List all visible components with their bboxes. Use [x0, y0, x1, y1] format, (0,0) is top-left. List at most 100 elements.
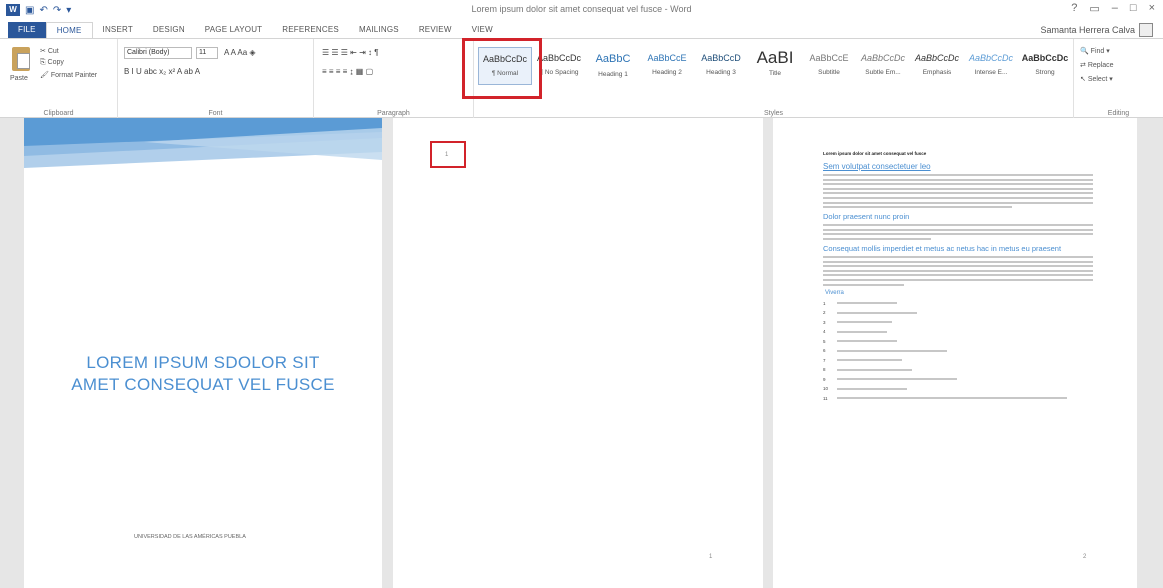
list-number: 8 [823, 367, 826, 373]
close-icon[interactable]: × [1149, 2, 1155, 15]
minimize-icon[interactable]: – [1112, 2, 1118, 15]
copy-button[interactable]: ⎘ Copy [40, 59, 64, 67]
style-heading-1[interactable]: AaBbC Heading 1 [586, 47, 640, 85]
list-number: 10 [823, 386, 829, 392]
page-number: 1 [709, 554, 713, 560]
editing-group: 🔍 Find ▾ ⇄ Replace ↖ Select ▾ Editing [1074, 39, 1163, 119]
section-heading-2: Dolor praesent nunc proin [823, 212, 910, 222]
save-icon[interactable]: ▣ [25, 5, 34, 16]
word-logo-icon: W [6, 4, 20, 16]
font-name-select[interactable]: Calibri (Body) [124, 47, 192, 59]
select-button[interactable]: ↖ Select ▾ [1080, 75, 1113, 83]
cover-title-line-2: AMET CONSEQUAT VEL FUSCE [71, 375, 335, 394]
style-name: Title [768, 70, 782, 77]
list-number: 2 [823, 310, 826, 316]
list-number: 6 [823, 348, 826, 354]
style-preview: AaBbCcE [809, 53, 849, 63]
list-item: 3 [823, 318, 1093, 328]
find-button[interactable]: 🔍 Find ▾ [1080, 47, 1110, 55]
style-subtitle[interactable]: AaBbCcE Subtitle [802, 47, 856, 85]
tab-design[interactable]: DESIGN [143, 22, 195, 38]
title-bar: W ▣ ↶ ↷ ▾ Lorem ipsum dolor sit amet con… [0, 0, 1163, 20]
list-number: 3 [823, 319, 826, 325]
list-indent-buttons[interactable]: ☰ ☰ ☰ ⇤ ⇥ ↕ ¶ [322, 48, 379, 57]
redo-icon[interactable]: ↷ [53, 5, 61, 16]
tab-view[interactable]: VIEW [462, 22, 503, 38]
cover-footer: UNIVERSIDAD DE LAS AMÉRICAS PUEBLA [134, 534, 246, 540]
style-preview: AaBbCcDc [860, 53, 905, 63]
style-name: Heading 1 [598, 71, 628, 78]
document-canvas: LOREM IPSUM SDOLOR SIT AMET CONSEQUAT VE… [0, 118, 1163, 588]
style-heading-2[interactable]: AaBbCcE Heading 2 [640, 47, 694, 85]
replace-button[interactable]: ⇄ Replace [1080, 61, 1114, 69]
list-number: 11 [823, 395, 828, 401]
list-item: 6 [823, 346, 1093, 356]
font-format-buttons[interactable]: B I U abc x₂ x² A ab A [124, 67, 200, 76]
list-item: 11 [823, 394, 1093, 404]
cover-page[interactable]: LOREM IPSUM SDOLOR SIT AMET CONSEQUAT VE… [24, 118, 382, 588]
format-painter-label: Format Painter [50, 72, 98, 79]
blank-page[interactable]: 1 1 [393, 118, 763, 588]
format-painter-button[interactable]: 🖌 Format Painter [40, 71, 97, 79]
cover-title: LOREM IPSUM SDOLOR SIT AMET CONSEQUAT VE… [24, 352, 382, 396]
numbered-list: 1 2 3 4 5 6 7 8 9 10 11 [823, 299, 1093, 404]
style-name: Subtitle [818, 69, 840, 76]
list-number: 7 [823, 357, 826, 363]
tab-insert[interactable]: INSERT [93, 22, 143, 38]
style-preview: AaBbCcDc [1021, 53, 1069, 63]
styles-label: Styles [763, 110, 784, 117]
select-label: Select [1087, 76, 1108, 83]
tab-page-layout[interactable]: PAGE LAYOUT [195, 22, 272, 38]
list-item: 5 [823, 337, 1093, 347]
tab-file[interactable]: FILE [8, 22, 46, 38]
style-subtle-emphasis[interactable]: AaBbCcDc Subtle Em... [856, 47, 910, 85]
section-heading-3: Consequat mollis imperdiet et metus ac n… [823, 243, 1062, 253]
cut-button[interactable]: ✂ Cut [40, 47, 59, 55]
maximize-icon[interactable]: □ [1130, 2, 1137, 15]
font-size-buttons[interactable]: A A Aa ◈ [224, 48, 256, 57]
style-strong[interactable]: AaBbCcDc Strong [1018, 47, 1072, 85]
window-title: Lorem ipsum dolor sit amet consequat vel… [471, 4, 692, 14]
style-name: Subtle Em... [865, 69, 901, 76]
content-page[interactable]: Lorem ipsum dolor sit amet consequat vel… [773, 118, 1137, 588]
customize-qat-icon[interactable]: ▾ [66, 5, 71, 16]
style-intense-emphasis[interactable]: AaBbCcDc Intense E... [964, 47, 1018, 85]
font-size-select[interactable]: 11 [196, 47, 218, 59]
user-account[interactable]: Samanta Herrera Calva [1040, 23, 1153, 37]
tab-mailings[interactable]: MAILINGS [349, 22, 409, 38]
section-heading-1: Sem volutpat consectetuer leo [823, 162, 931, 171]
paste-button[interactable]: Paste [10, 75, 28, 82]
style-title[interactable]: AaBI Title [748, 47, 802, 85]
list-item: 8 [823, 365, 1093, 375]
style-emphasis[interactable]: AaBbCcDc Emphasis [910, 47, 964, 85]
list-item: 9 [823, 375, 1093, 385]
style-name: Heading 2 [652, 69, 682, 76]
paste-icon[interactable] [12, 47, 30, 71]
help-icon[interactable]: ? [1071, 2, 1077, 15]
user-name: Samanta Herrera Calva [1040, 25, 1135, 35]
alignment-buttons[interactable]: ≡ ≡ ≡ ≡ ↨ ▦ ▢ [322, 67, 373, 76]
undo-icon[interactable]: ↶ [39, 5, 47, 16]
normal-style-highlight [462, 38, 542, 99]
page-body: Lorem ipsum dolor sit amet consequat vel… [823, 151, 1093, 403]
page-heading: Lorem ipsum dolor sit amet consequat vel… [823, 151, 927, 156]
style-preview: AaBbC [595, 53, 631, 65]
ribbon-tabs: FILE HOME INSERT DESIGN PAGE LAYOUT REFE… [0, 20, 1163, 38]
paragraph-label: Paragraph [377, 110, 410, 117]
style-preview: AaBbCcDc [914, 53, 959, 63]
font-group: Calibri (Body) 11 A A Aa ◈ B I U abc x₂ … [118, 39, 314, 119]
tab-references[interactable]: REFERENCES [272, 22, 349, 38]
tab-review[interactable]: REVIEW [409, 22, 462, 38]
page-marker-highlight [430, 141, 466, 168]
style-heading-3[interactable]: AaBbCcD Heading 3 [694, 47, 748, 85]
cut-label: Cut [47, 48, 59, 55]
paragraph-group: ☰ ☰ ☰ ⇤ ⇥ ↕ ¶ ≡ ≡ ≡ ≡ ↨ ▦ ▢ Paragraph [314, 39, 474, 119]
styles-group: AaBbCcDc ¶ Normal AaBbCcDc ¶ No Spacing Aa… [474, 39, 1074, 119]
ribbon-display-icon[interactable]: ▭ [1089, 2, 1099, 15]
style-name: Emphasis [922, 69, 952, 76]
list-number: 1 [823, 300, 826, 306]
paragraph-1 [823, 174, 1093, 209]
editing-label: Editing [1107, 110, 1130, 117]
tab-home[interactable]: HOME [45, 22, 93, 38]
style-name: Heading 3 [706, 69, 736, 76]
